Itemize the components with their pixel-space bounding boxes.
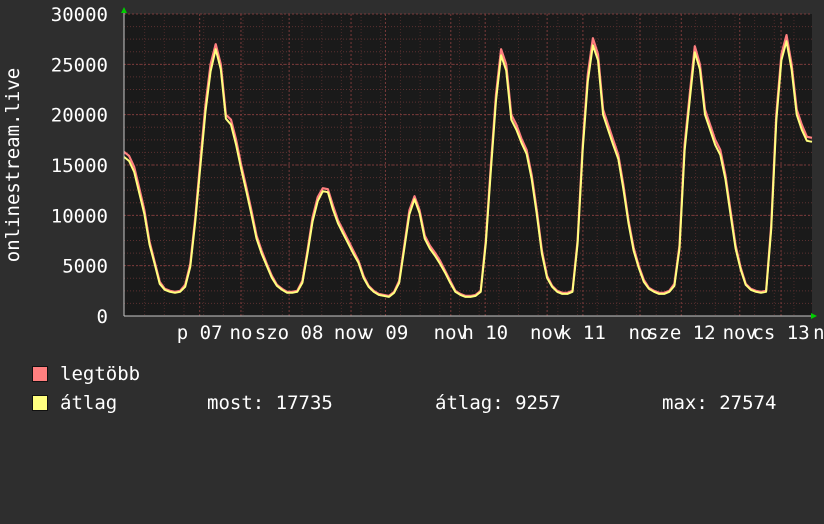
- x-tick-labels: p 07 no szo 08 novv 09 novh 10 novk 11 nosze 1…: [177, 322, 824, 344]
- chart: 0 5000 10000 15000 20000 25000 30000 p 07 no szo…: [2, 4, 824, 344]
- x-tick-label: p 07: [177, 322, 223, 344]
- y-tick-label: 30000: [51, 4, 108, 26]
- y-tick-label: 25000: [51, 54, 108, 76]
- y-tick-label: 15000: [51, 155, 108, 177]
- legend-label-max: legtöbb: [60, 363, 141, 385]
- x-tick-label: h 10: [462, 322, 508, 344]
- legend-row-avg: átlag most: 17735 átlag: 9257 max: 27574: [32, 392, 812, 414]
- legend-swatch-avg: [32, 395, 48, 411]
- y-axis-label: onlinestream.live: [2, 68, 24, 262]
- x-axis-arrow: [811, 313, 817, 319]
- x-tick-label: sze 12: [647, 322, 716, 344]
- legend-row-max: legtöbb: [32, 363, 140, 385]
- stat-current: most: 17735: [207, 392, 333, 414]
- x-tick-label: n: [813, 322, 824, 344]
- y-tick-label: 20000: [51, 105, 108, 127]
- legend-swatch-max: [32, 366, 48, 382]
- stat-max: max: 27574: [662, 392, 777, 414]
- x-tick-label: cs 13: [752, 322, 809, 344]
- y-tick-label: 5000: [62, 256, 108, 278]
- stat-average: átlag: 9257: [435, 392, 561, 414]
- x-tick-label: szo 08: [255, 322, 324, 344]
- x-tick-label: k 11: [560, 322, 606, 344]
- x-tick-label: no: [230, 322, 253, 344]
- legend-label-avg: átlag: [60, 392, 118, 414]
- x-tick-label: v 09: [363, 322, 409, 344]
- y-tick-label: 0: [97, 306, 108, 328]
- y-tick-label: 10000: [51, 205, 108, 227]
- y-tick-labels: 0 5000 10000 15000 20000 25000 30000: [51, 4, 108, 328]
- y-axis-arrow: [121, 7, 127, 13]
